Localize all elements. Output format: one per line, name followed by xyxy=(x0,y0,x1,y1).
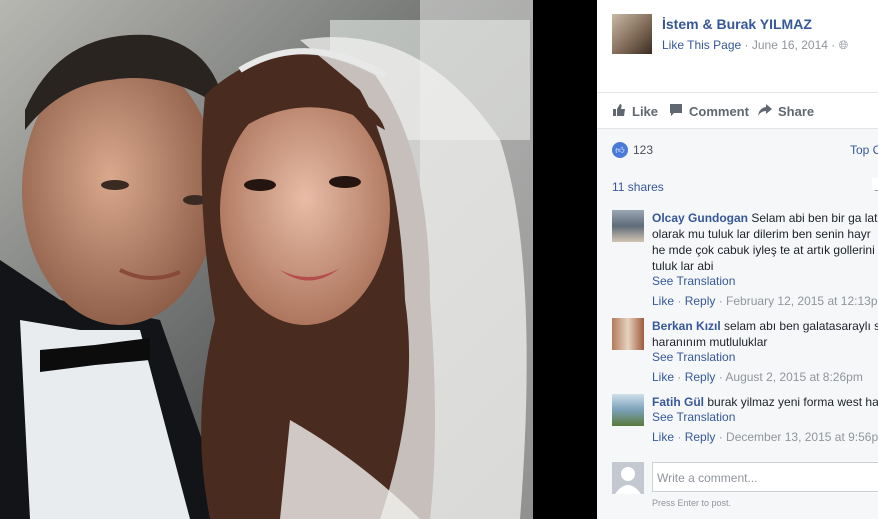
comment-time[interactable]: August 2, 2015 at 8:26pm xyxy=(725,370,862,384)
comment-input[interactable]: Write a comment... xyxy=(652,462,878,492)
comment-text-continued: olarak mu tuluk lar dilerim ben senin ha… xyxy=(652,227,875,273)
comment-time[interactable]: February 12, 2015 at 12:13p xyxy=(726,294,877,308)
globe-icon: 🌐︎ xyxy=(838,38,849,52)
avatar[interactable] xyxy=(612,394,644,426)
comment-text: selam abı ben galatasaraylı s xyxy=(724,319,878,333)
reaction-count[interactable]: 123 xyxy=(633,143,653,157)
comment-reply-link[interactable]: Reply xyxy=(685,370,716,384)
commenter-name[interactable]: Olcay Gundogan xyxy=(652,211,748,225)
like-button[interactable]: Like xyxy=(612,103,658,120)
post-header: İstem & Burak YILMAZ Like This Page · Ju… xyxy=(597,0,878,93)
avatar[interactable] xyxy=(612,318,644,350)
comments-section: Olcay Gundogan Selam abi ben bir ga lat … xyxy=(597,204,878,519)
see-translation-link[interactable]: See Translation xyxy=(652,410,735,424)
shares-row: 11 shares 3 xyxy=(597,169,878,207)
shares-link[interactable]: 11 shares xyxy=(612,180,664,194)
scroll-edge xyxy=(872,178,878,190)
composer-hint: Press Enter to post. xyxy=(652,498,732,508)
post-actions: Like Comment Share xyxy=(597,93,878,129)
like-page-link[interactable]: Like This Page xyxy=(662,38,741,52)
commenter-name[interactable]: Berkan Kızıl xyxy=(652,319,721,333)
comment-like-link[interactable]: Like xyxy=(652,370,674,384)
comment-actions: Like · Reply · February 12, 2015 at 12:1… xyxy=(652,294,878,308)
post-date[interactable]: June 16, 2014 xyxy=(752,38,828,52)
comment-text: Selam abi ben bir ga lat xyxy=(751,211,878,225)
post-photo[interactable] xyxy=(0,0,533,519)
commenter-name[interactable]: Fatih Gül xyxy=(652,395,704,409)
reactions-row: 👍︎ 123 Top C xyxy=(597,129,878,169)
wedding-selfie-image xyxy=(0,0,533,519)
comment-text-continued: haranınım mutluluklar xyxy=(652,335,768,349)
post-meta: Like This Page · June 16, 2014 · 🌐︎ xyxy=(662,38,848,53)
default-user-icon xyxy=(612,462,644,494)
share-button[interactable]: Share xyxy=(758,103,814,120)
comment-reply-link[interactable]: Reply xyxy=(685,294,716,308)
comment-body: Fatih Gül burak yilmaz yeni forma west h… xyxy=(652,394,878,410)
comment-body: Olcay Gundogan Selam abi ben bir ga lat xyxy=(652,210,878,226)
comment-like-link[interactable]: Like xyxy=(652,430,674,444)
share-icon xyxy=(758,103,772,120)
avatar[interactable] xyxy=(612,210,644,242)
comment-like-link[interactable]: Like xyxy=(652,294,674,308)
comment-text: burak yilmaz yeni forma west ha xyxy=(707,395,878,409)
post-sidebar: İstem & Burak YILMAZ Like This Page · Ju… xyxy=(597,0,878,519)
comment-body: Berkan Kızıl selam abı ben galatasaraylı… xyxy=(652,318,878,334)
comment-button-label: Comment xyxy=(689,104,749,119)
comment-time[interactable]: December 13, 2015 at 9:56p xyxy=(726,430,878,444)
thumbs-up-icon xyxy=(612,103,626,120)
comment-icon xyxy=(669,103,683,120)
see-translation-link[interactable]: See Translation xyxy=(652,350,735,364)
like-reaction-icon: 👍︎ xyxy=(612,142,628,158)
top-comments-toggle[interactable]: Top C xyxy=(850,143,878,157)
like-button-label: Like xyxy=(632,104,659,119)
meta-separator: · xyxy=(744,38,749,52)
comment-button[interactable]: Comment xyxy=(669,103,749,120)
comment-actions: Like · Reply · December 13, 2015 at 9:56… xyxy=(652,430,878,444)
comment-actions: Like · Reply · August 2, 2015 at 8:26pm xyxy=(652,370,863,384)
page-name-link[interactable]: İstem & Burak YILMAZ xyxy=(662,16,812,32)
see-translation-link[interactable]: See Translation xyxy=(652,274,735,288)
lightbox-background xyxy=(533,0,597,519)
user-avatar xyxy=(612,462,644,494)
comment-reply-link[interactable]: Reply xyxy=(685,430,716,444)
share-button-label: Share xyxy=(778,104,815,119)
meta-separator: · xyxy=(831,38,836,52)
page-avatar[interactable] xyxy=(612,14,652,54)
